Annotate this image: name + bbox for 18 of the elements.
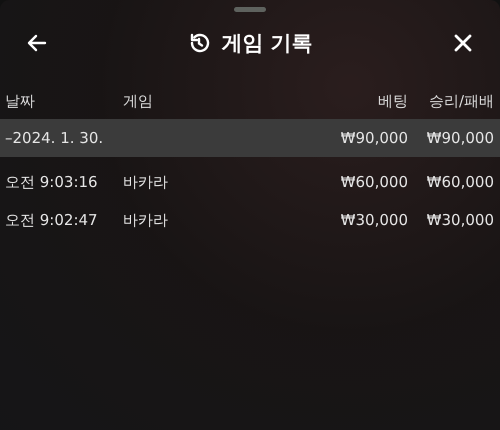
column-header: 베팅	[377, 92, 408, 110]
game-cell-text: 바카라	[123, 172, 169, 192]
bet-cell-text: ₩60,000	[340, 173, 408, 191]
result-cell-text: ₩60,000	[426, 173, 494, 191]
drag-handle[interactable]	[234, 7, 266, 12]
bet-cell-text: ₩90,000	[340, 129, 408, 147]
time-cell-text: 오전 9:03:16	[5, 172, 99, 192]
column-header: 승리/패배	[428, 92, 494, 110]
column-header: 날짜	[5, 92, 36, 110]
result-cell-text: ₩90,000	[426, 129, 494, 147]
game-cell-text: 바카라	[123, 210, 169, 230]
result-cell-text: ₩30,000	[426, 211, 494, 229]
date-group-row[interactable]: –2024. 1. 30. ₩90,000 ₩90,000	[0, 119, 500, 157]
date-cell-text: –2024. 1. 30.	[5, 129, 104, 147]
window-title: 게임 기록	[221, 30, 313, 57]
column-header: 게임	[123, 92, 154, 110]
bet-cell-text: ₩30,000	[340, 211, 408, 229]
time-cell-text: 오전 9:02:47	[5, 210, 99, 230]
